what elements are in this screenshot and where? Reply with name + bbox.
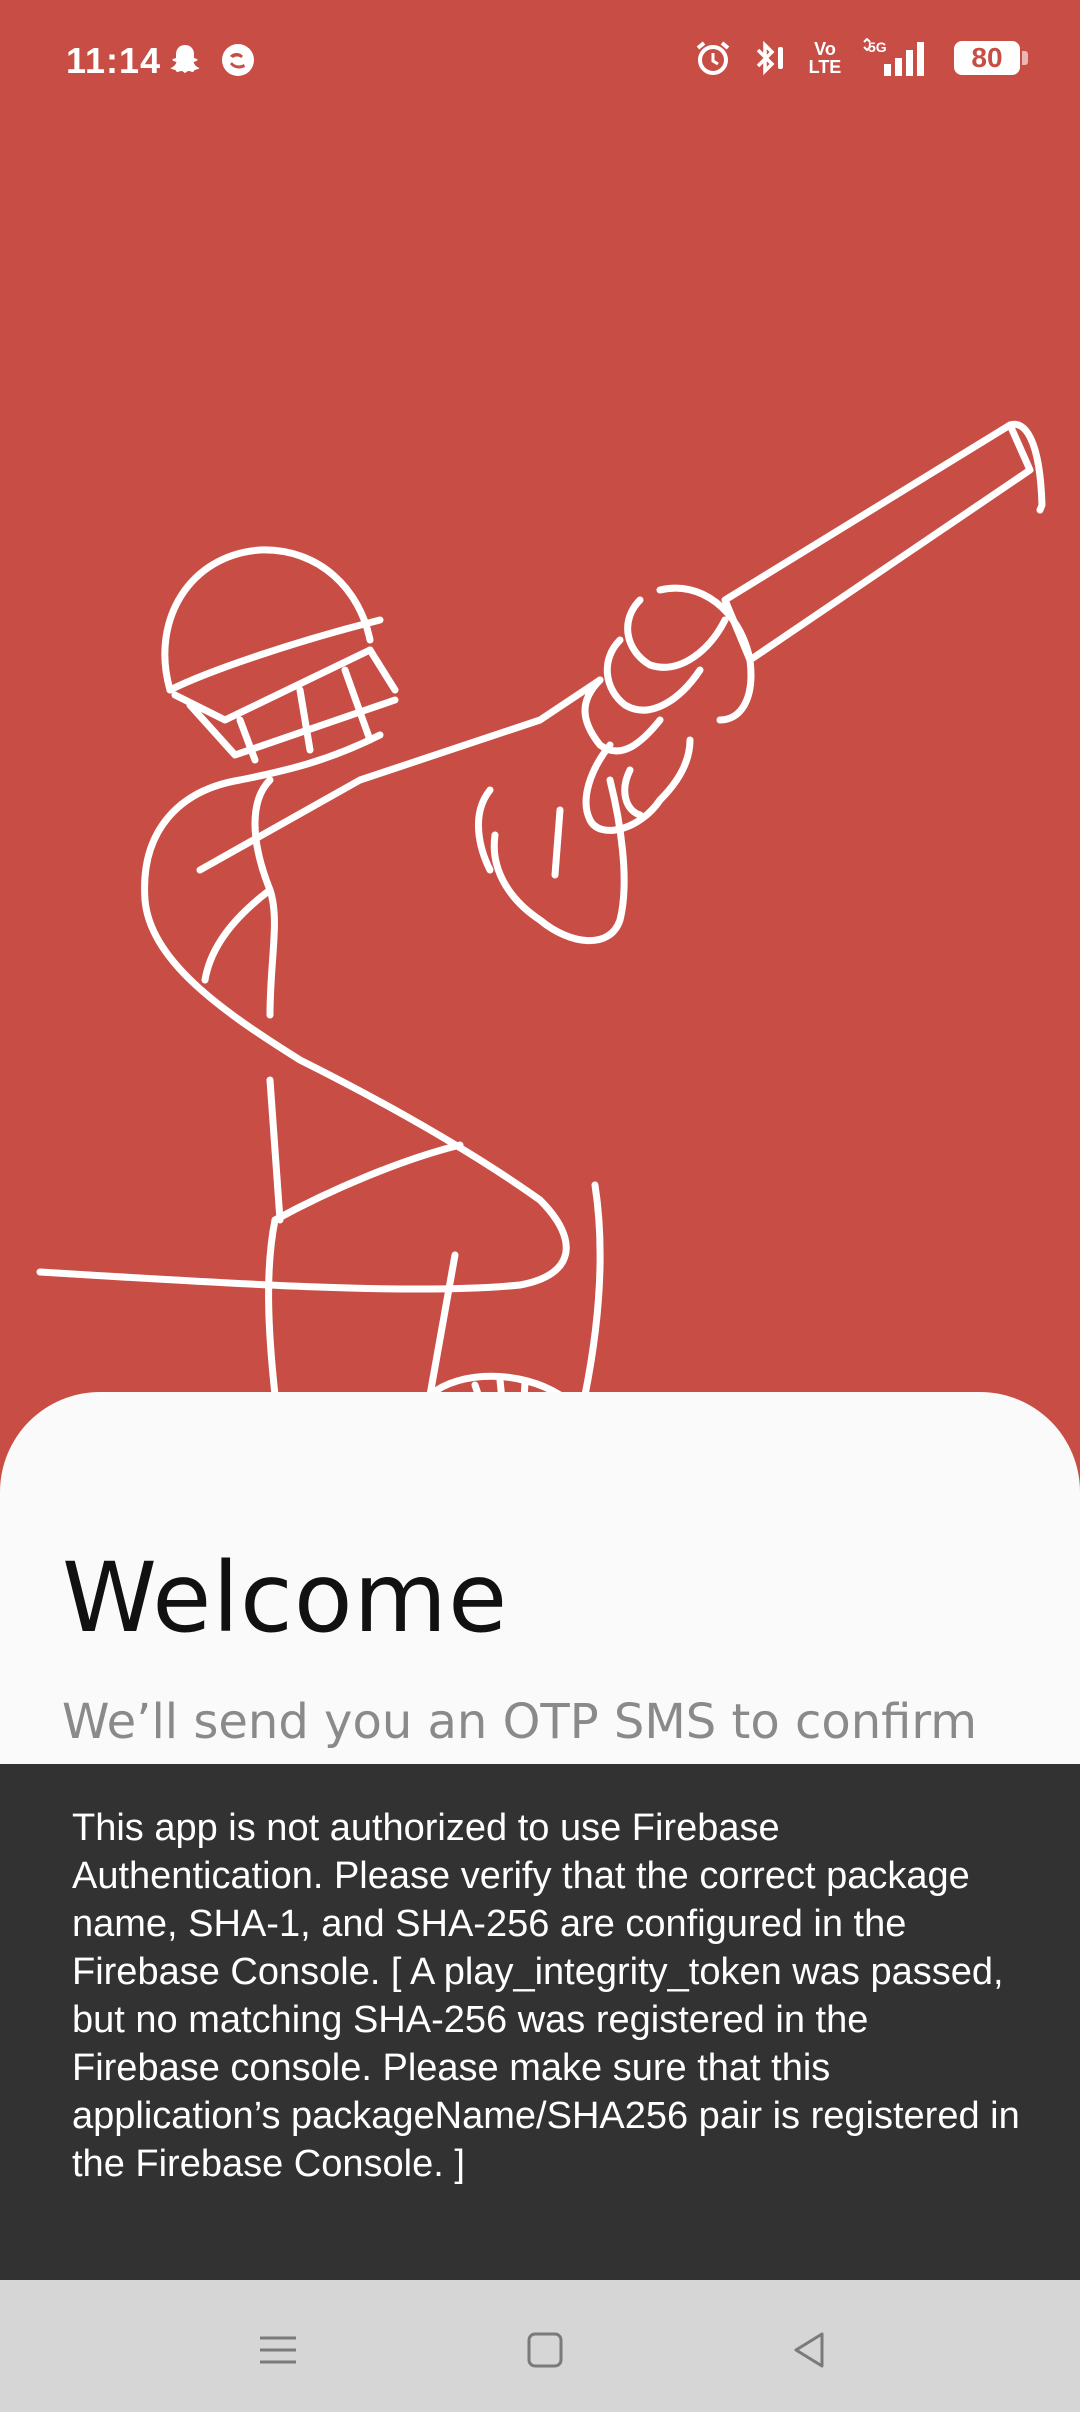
snapchat-icon (168, 42, 202, 78)
status-bar: 11:14 Vo LTE 5G 80 (0, 0, 1080, 120)
welcome-subtitle: We’ll send you an OTP SMS to confirm (62, 1694, 978, 1750)
bluetooth-icon (752, 39, 788, 77)
navigation-bar (0, 2280, 1080, 2412)
snackbar-message: This app is not authorized to use Fireba… (72, 1807, 1020, 2185)
error-snackbar: This app is not authorized to use Fireba… (0, 1764, 1080, 2280)
network-type-label: 5G (868, 39, 887, 55)
volte-icon: Vo LTE (808, 39, 842, 77)
back-icon[interactable] (780, 2320, 840, 2380)
home-icon[interactable] (515, 2320, 575, 2380)
menu-icon[interactable] (248, 2320, 308, 2380)
status-right-icons: Vo LTE 5G 80 (694, 38, 1028, 78)
signal-icon: 5G (862, 38, 934, 78)
status-left-icons (168, 42, 256, 78)
cricket-batsman-illustration (0, 380, 1080, 1410)
alarm-icon (694, 39, 732, 77)
messaging-icon (220, 42, 256, 78)
status-time: 11:14 (66, 40, 162, 81)
battery-icon: 80 (954, 41, 1028, 75)
welcome-title: Welcome (62, 1542, 509, 1654)
